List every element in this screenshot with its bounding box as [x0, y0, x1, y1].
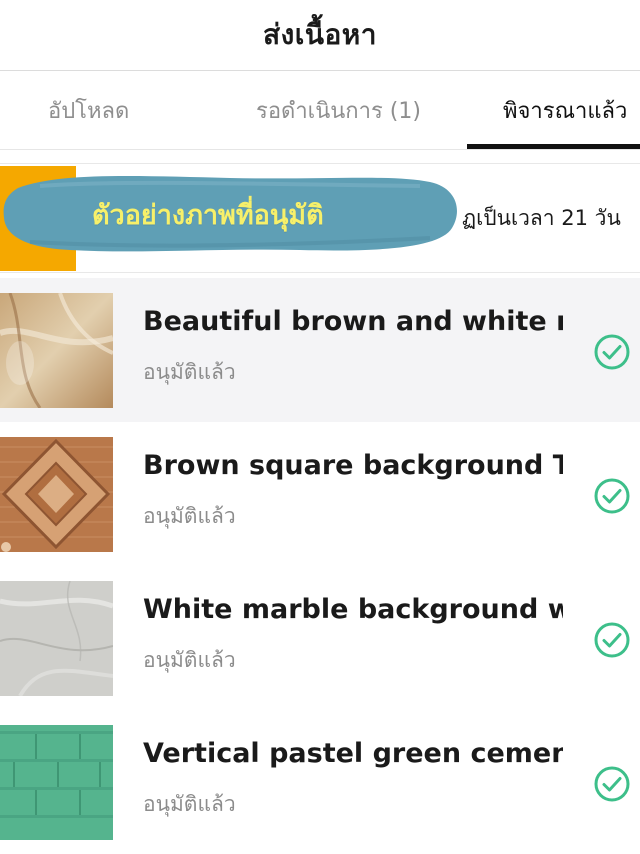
thumbnail-white-marble [0, 581, 113, 696]
tab-reviewed[interactable]: พิจารณาแล้ว [503, 71, 627, 149]
page-title: ส่งเนื้อหา [263, 18, 377, 51]
list-item[interactable]: Vertical pastel green cemen... อนุมัติแล… [0, 710, 640, 854]
item-title: Vertical pastel green cemen... [143, 738, 563, 769]
notice-text: ฏเป็นเวลา 21 วัน [462, 205, 621, 230]
tab-pending[interactable]: รอดำเนินการ (1) [256, 71, 421, 149]
item-status: อนุมัติแล้ว [143, 648, 236, 672]
item-status: อนุมัติแล้ว [143, 504, 236, 528]
overlay-caption: ตัวอย่างภาพที่อนุมัติ [92, 199, 324, 231]
item-title: Beautiful brown and white m... [143, 306, 563, 337]
list-item[interactable]: Beautiful brown and white m... อนุมัติแล… [0, 278, 640, 422]
check-circle-icon [594, 766, 630, 802]
app-header: ส่งเนื้อหา [0, 0, 640, 71]
list-item[interactable]: White marble background wi... อนุมัติแล้… [0, 566, 640, 710]
check-circle-icon [594, 478, 630, 514]
thumbnail-green-cement [0, 725, 113, 840]
check-circle-icon [594, 622, 630, 658]
list-item[interactable]: Brown square background Ti... อนุมัติแล้… [0, 422, 640, 566]
item-status: อนุมัติแล้ว [143, 792, 236, 816]
item-title: Brown square background Ti... [143, 450, 563, 481]
thumbnail-brown-square-tile [0, 437, 113, 552]
thumbnail-brown-white-marble [0, 293, 113, 408]
tab-upload[interactable]: อัปโหลด [48, 71, 129, 149]
item-title: White marble background wi... [143, 594, 563, 625]
item-status: อนุมัติแล้ว [143, 360, 236, 384]
active-tab-indicator [467, 144, 640, 149]
check-circle-icon [594, 334, 630, 370]
tab-bar: อัปโหลด รอดำเนินการ (1) พิจารณาแล้ว [0, 71, 640, 150]
